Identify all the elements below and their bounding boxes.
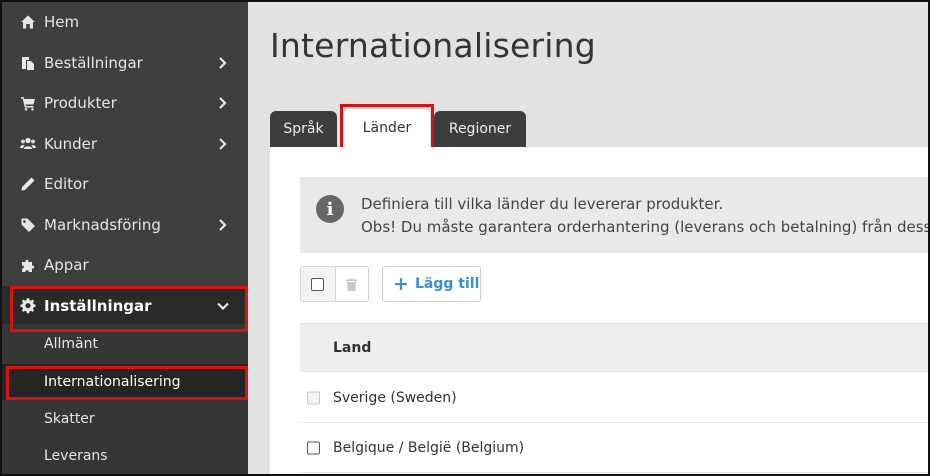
pencil-icon [19,175,37,193]
submenu-item-internationalisering[interactable]: Internationalisering [2,364,248,400]
sidebar-item-label: Produkter [44,94,117,112]
tab-label: Länder [362,120,412,136]
sidebar-item-kunder[interactable]: Kunder [2,124,248,164]
select-all-checkbox[interactable] [311,277,325,291]
tag-icon [19,216,37,234]
bulk-actions [300,266,369,302]
delete-button[interactable] [336,267,369,301]
country-name: Belgique / België (Belgium) [333,439,525,456]
sidebar-item-appar[interactable]: Appar [2,245,248,285]
submenu-item-label: Leverans [44,448,108,464]
sidebar-item-label: Kunder [44,135,98,153]
submenu-item-label: Allmänt [44,336,98,352]
column-header-land[interactable]: Land [333,340,371,356]
submenu-item-label: Skatter [44,411,95,427]
cart-icon [19,94,37,112]
sidebar: Hem Beställningar Produkter Kunder Edito… [2,2,248,474]
submenu-item-skatter[interactable]: Skatter [2,401,248,437]
tab-lander[interactable]: Länder [344,109,430,147]
info-notice: i Definiera till vilka länder du leverer… [300,177,930,253]
sidebar-item-marknadsforing[interactable]: Marknadsföring [2,205,248,245]
submenu-item-leverans[interactable]: Leverans [2,438,248,474]
users-icon [19,135,37,153]
submenu-item-label: Internationalisering [44,374,181,390]
row-checkbox [307,391,320,404]
page-title: Internationalisering [270,26,596,65]
add-country-button[interactable]: + Lägg till [382,266,481,302]
info-icon: i [316,195,344,223]
sidebar-item-label: Editor [44,175,89,193]
chevron-right-icon [216,96,230,110]
sidebar-item-hem[interactable]: Hem [2,2,248,42]
table-row[interactable]: Belgique / België (Belgium) [300,423,928,473]
sidebar-item-installningar[interactable]: Inställningar [2,286,248,326]
notice-text: Obs! Du måste garantera orderhantering (… [361,218,930,236]
sidebar-item-label: Appar [44,256,89,274]
puzzle-icon [19,256,37,274]
select-all-toggle[interactable] [301,267,336,301]
sidebar-item-produkter[interactable]: Produkter [2,83,248,123]
add-button-label: Lägg till [415,276,480,292]
chevron-right-icon [216,218,230,232]
sidebar-item-label: Inställningar [44,297,152,315]
chevron-right-icon [216,137,230,151]
table-row[interactable]: Sverige (Sweden) [300,373,928,423]
tab-sprak[interactable]: Språk [270,111,337,147]
chevron-down-icon [216,299,230,313]
tab-regioner[interactable]: Regioner [434,111,526,147]
notice-text: Definiera till vilka länder du levererar… [361,195,724,213]
settings-submenu: Allmänt Internationalisering Skatter Lev… [2,324,248,474]
tab-label: Regioner [448,121,512,137]
tab-panel: i Definiera till vilka länder du leverer… [270,147,930,474]
trash-icon [346,278,358,291]
sidebar-item-label: Hem [44,13,80,31]
sidebar-item-bestallningar[interactable]: Beställningar [2,43,248,83]
submenu-item-allmant[interactable]: Allmänt [2,326,248,362]
table-header: Land [300,323,928,372]
row-checkbox[interactable] [307,441,320,454]
tab-label: Språk [283,121,324,137]
app-window: Hem Beställningar Produkter Kunder Edito… [0,0,930,476]
country-name: Sverige (Sweden) [333,389,457,406]
orders-icon [19,54,37,72]
chevron-right-icon [216,56,230,70]
plus-icon: + [393,273,409,295]
home-icon [19,13,37,31]
sidebar-item-editor[interactable]: Editor [2,164,248,204]
main-content: Internationalisering Språk Länder Region… [248,2,930,474]
gear-icon [19,297,37,315]
sidebar-item-label: Beställningar [44,54,143,72]
sidebar-item-label: Marknadsföring [44,216,161,234]
